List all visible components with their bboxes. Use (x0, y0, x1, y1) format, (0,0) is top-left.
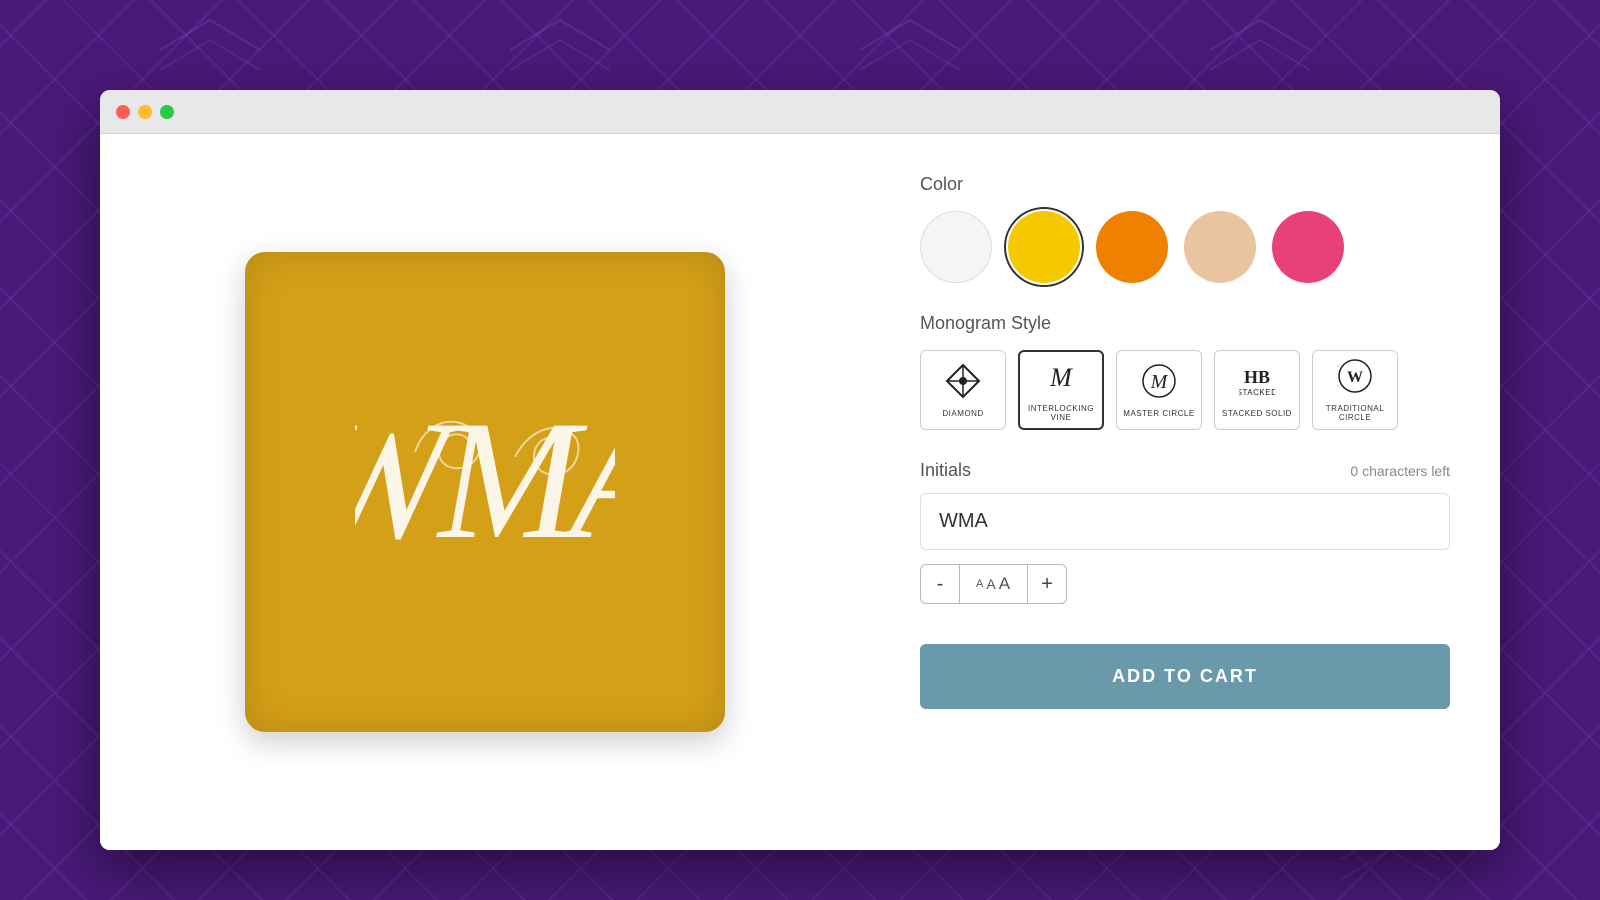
interlocking-vine-style-icon: M (1043, 358, 1079, 400)
initials-section: Initials 0 characters left - A A A + (920, 460, 1450, 604)
monogram-style-label: Monogram Style (920, 313, 1450, 334)
style-traditional-circle[interactable]: W Traditional Circle (1312, 350, 1398, 430)
monogram-graphic: WMA (355, 362, 615, 622)
product-options: Color Monogram Style (870, 134, 1500, 850)
color-section: Color (920, 174, 1450, 283)
product-image-area: WMA (100, 134, 870, 850)
traditional-circle-style-name: Traditional Circle (1319, 404, 1391, 422)
initials-label: Initials (920, 460, 971, 481)
color-label: Color (920, 174, 1450, 195)
color-swatch-white[interactable] (920, 211, 992, 283)
browser-content: WMA Color (100, 134, 1500, 850)
initials-header: Initials 0 characters left (920, 460, 1450, 481)
chars-left: 0 characters left (1350, 463, 1450, 479)
size-medium-a: A (986, 576, 996, 592)
master-circle-style-name: Master Circle (1123, 409, 1194, 418)
svg-text:STACKED: STACKED (1239, 388, 1275, 397)
color-swatches (920, 211, 1450, 283)
browser-window: WMA Color (100, 90, 1500, 850)
size-small-a: A (976, 578, 984, 590)
monogram-style-section: Monogram Style Diamond (920, 313, 1450, 430)
size-controls: - A A A + (920, 564, 1450, 604)
svg-text:WMA: WMA (355, 386, 615, 574)
svg-text:W: W (1347, 369, 1363, 386)
style-stacked-solid[interactable]: HB STACKED Stacked Solid (1214, 350, 1300, 430)
initials-input[interactable] (920, 493, 1450, 550)
style-interlocking-vine[interactable]: M Interlocking Vine (1018, 350, 1104, 430)
svg-text:HB: HB (1244, 367, 1270, 387)
svg-text:M: M (1150, 371, 1169, 393)
svg-text:M: M (1049, 363, 1073, 392)
traditional-circle-style-icon: W (1337, 358, 1373, 400)
color-swatch-yellow[interactable] (1008, 211, 1080, 283)
browser-titlebar (100, 90, 1500, 134)
color-swatch-orange[interactable] (1096, 211, 1168, 283)
traffic-lights (116, 105, 174, 119)
size-large-a: A (999, 574, 1011, 594)
stacked-solid-style-icon: HB STACKED (1239, 363, 1275, 405)
maximize-button[interactable] (160, 105, 174, 119)
close-button[interactable] (116, 105, 130, 119)
pillow: WMA (245, 252, 725, 732)
stacked-solid-style-name: Stacked Solid (1222, 409, 1292, 418)
size-increase-button[interactable]: + (1027, 564, 1067, 604)
diamond-style-name: Diamond (942, 409, 983, 418)
interlocking-vine-style-name: Interlocking Vine (1026, 404, 1096, 422)
pillow-container: WMA (245, 252, 725, 732)
diamond-style-icon (945, 363, 981, 405)
style-master-circle[interactable]: M Master Circle (1116, 350, 1202, 430)
style-diamond[interactable]: Diamond (920, 350, 1006, 430)
color-swatch-pink[interactable] (1272, 211, 1344, 283)
size-decrease-button[interactable]: - (920, 564, 960, 604)
size-label: A A A (960, 564, 1027, 604)
master-circle-style-icon: M (1141, 363, 1177, 405)
add-to-cart-button[interactable]: ADD TO CART (920, 644, 1450, 709)
color-swatch-peach[interactable] (1184, 211, 1256, 283)
minimize-button[interactable] (138, 105, 152, 119)
monogram-styles: Diamond M Interlocking Vine (920, 350, 1450, 430)
